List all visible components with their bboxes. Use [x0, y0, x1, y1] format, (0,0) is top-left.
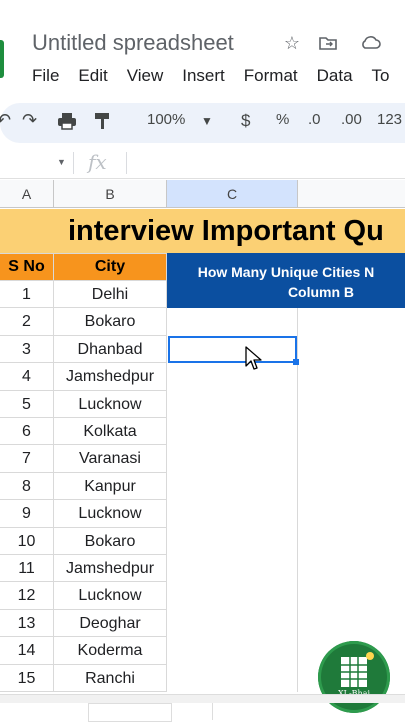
cell-sno[interactable]: 6 [0, 418, 54, 445]
question-line-1: How Many Unique Cities N [197, 264, 375, 280]
cell-sno[interactable]: 11 [0, 555, 54, 582]
cell-empty[interactable] [167, 390, 298, 418]
percent-button[interactable]: % [276, 111, 289, 128]
zoom-select[interactable]: 100% [147, 111, 185, 128]
sheet-tab-area [212, 703, 313, 720]
question-line-2: Column B [287, 284, 355, 300]
cell-city[interactable]: Varanasi [54, 445, 167, 473]
cell-city[interactable]: Lucknow [54, 391, 167, 418]
selected-cell[interactable] [168, 336, 297, 363]
cell-sno[interactable]: 4 [0, 363, 54, 391]
cell-city[interactable]: Jamshedpur [54, 363, 167, 391]
cell-sno[interactable]: 1 [0, 281, 54, 308]
menu-file[interactable]: File [32, 66, 59, 88]
move-folder-icon[interactable] [318, 33, 338, 53]
cell-city[interactable]: Dhanbad [54, 336, 167, 363]
decrease-decimal-button[interactable]: .0 [308, 111, 321, 128]
column-header-b[interactable]: B [54, 180, 167, 208]
star-icon[interactable]: ☆ [282, 33, 302, 53]
cloud-status-icon[interactable] [359, 33, 381, 53]
cell-sno[interactable]: 8 [0, 473, 54, 500]
menu-format[interactable]: Format [244, 66, 298, 88]
document-title[interactable]: Untitled spreadsheet [32, 30, 234, 56]
menu-bar: File Edit View Insert Format Data To [32, 66, 405, 88]
cell-sno[interactable]: 13 [0, 610, 54, 637]
currency-button[interactable]: $ [241, 111, 250, 131]
cell-sno[interactable]: 14 [0, 637, 54, 665]
cell-city[interactable]: Deoghar [54, 610, 167, 637]
redo-icon[interactable]: ↷ [22, 110, 37, 131]
header-city[interactable]: City [54, 254, 167, 281]
column-header-d[interactable] [298, 180, 405, 208]
cell-sno[interactable]: 2 [0, 308, 54, 336]
undo-icon[interactable]: ↶ [0, 110, 11, 131]
cell-empty[interactable] [167, 637, 298, 665]
cell-city[interactable]: Bokaro [54, 528, 167, 555]
cell-city[interactable]: Kanpur [54, 473, 167, 500]
menu-data[interactable]: Data [317, 66, 353, 88]
menu-insert[interactable]: Insert [182, 66, 225, 88]
cell-empty[interactable] [167, 664, 298, 692]
cell-empty[interactable] [167, 363, 298, 391]
name-box-dropdown-icon[interactable]: ▼ [57, 157, 66, 167]
banner-title: interview Important Qu [68, 215, 384, 247]
cell-empty[interactable] [167, 609, 298, 637]
cell-empty[interactable] [167, 582, 298, 610]
menu-view[interactable]: View [127, 66, 164, 88]
divider [126, 152, 127, 174]
fill-handle[interactable] [293, 359, 299, 365]
print-icon[interactable] [57, 112, 77, 134]
divider [73, 152, 74, 174]
cell-sno[interactable]: 7 [0, 445, 54, 473]
cell-empty[interactable] [167, 418, 298, 446]
cell-empty[interactable] [167, 308, 298, 336]
header-sno[interactable]: S No [0, 254, 54, 281]
paint-format-icon[interactable] [94, 112, 112, 134]
cell-empty[interactable] [167, 500, 298, 528]
cell-sno[interactable]: 3 [0, 336, 54, 363]
cell-city[interactable]: Koderma [54, 637, 167, 665]
cell-empty[interactable] [167, 527, 298, 555]
cell-city[interactable]: Lucknow [54, 500, 167, 528]
cell-city[interactable]: Bokaro [54, 308, 167, 336]
increase-decimal-button[interactable]: .00 [341, 111, 362, 128]
cell-city[interactable]: Ranchi [54, 665, 167, 692]
column-header-a[interactable]: A [0, 180, 54, 208]
cell-city[interactable]: Jamshedpur [54, 555, 167, 582]
formula-input[interactable] [132, 150, 402, 174]
cell-sno[interactable]: 5 [0, 391, 54, 418]
menu-tools[interactable]: To [372, 66, 390, 88]
cell-sno[interactable]: 12 [0, 582, 54, 610]
mouse-cursor-icon [244, 346, 262, 377]
fx-icon: fx [88, 150, 107, 174]
number-format-button[interactable]: 123 [377, 111, 402, 128]
zoom-dropdown-icon[interactable]: ▼ [201, 114, 213, 128]
cell-city[interactable]: Kolkata [54, 418, 167, 445]
sheet-tab[interactable] [88, 703, 172, 722]
cell-sno[interactable]: 15 [0, 665, 54, 692]
cell-empty[interactable] [167, 555, 298, 583]
menu-edit[interactable]: Edit [78, 66, 107, 88]
horizontal-scrollbar[interactable] [0, 694, 405, 703]
cell-city[interactable]: Delhi [54, 281, 167, 308]
cell-sno[interactable]: 10 [0, 528, 54, 555]
cell-sno[interactable]: 9 [0, 500, 54, 528]
cell-empty[interactable] [167, 445, 298, 473]
sheets-logo-icon[interactable] [0, 40, 4, 78]
cell-empty[interactable] [167, 472, 298, 500]
column-header-c[interactable]: C [167, 180, 298, 208]
cell-city[interactable]: Lucknow [54, 582, 167, 610]
question-cell[interactable]: How Many Unique Cities N Column B [167, 253, 405, 308]
